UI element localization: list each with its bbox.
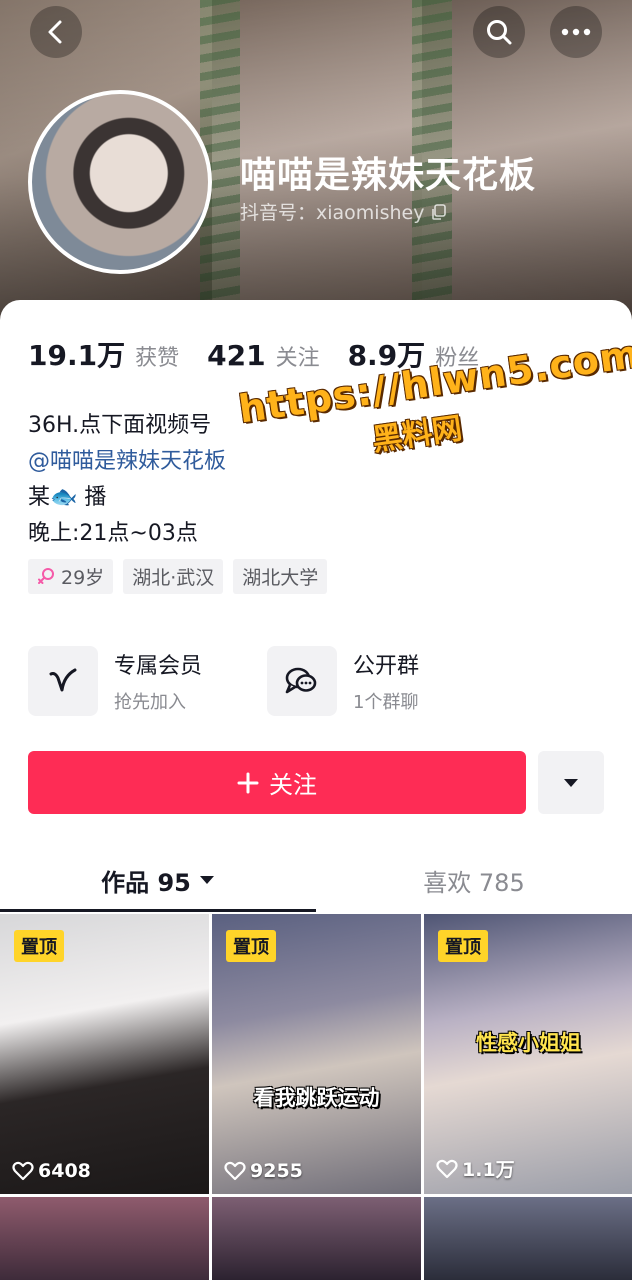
stat-value: 19.1万 xyxy=(28,339,126,372)
more-button[interactable] xyxy=(550,6,602,58)
tag-school: 湖北大学 xyxy=(233,559,328,594)
bio-line: 某🐟 播 xyxy=(28,485,107,510)
bio-line: 晚上:21点~03点 xyxy=(28,521,198,546)
douyin-id-text: 抖音号：xiaomishey xyxy=(240,202,425,224)
video-grid: 置顶 6408 置顶 看我跳跃运动 9255 置顶 性感小姐姐 1.1万 xyxy=(0,914,632,1280)
follow-button-label: 关注 xyxy=(269,772,317,799)
tab-works[interactable]: 作品 95 xyxy=(0,848,316,912)
profile-bio: 36H.点下面视频号 @喵喵是辣妹天花板 某🐟 播 晚上:21点~03点 xyxy=(28,408,226,552)
recommend-dropdown-button[interactable] xyxy=(538,751,604,814)
exclusive-membership-entry[interactable]: 专属会员 抢先加入 xyxy=(28,646,202,716)
copy-icon[interactable] xyxy=(430,203,448,221)
service-subtitle: 1个群聊 xyxy=(353,692,419,713)
v-membership-icon xyxy=(28,646,98,716)
video-thumbnail[interactable] xyxy=(0,1197,209,1280)
active-tab-indicator xyxy=(0,909,316,912)
video-likes: 9255 xyxy=(224,1160,303,1182)
douyin-id[interactable]: 抖音号：xiaomishey xyxy=(240,198,448,225)
content-tabs: 作品 95 喜欢 785 xyxy=(0,848,632,912)
video-thumbnail[interactable] xyxy=(212,1197,421,1280)
plus-icon xyxy=(237,772,259,793)
tag-location: 湖北·武汉 xyxy=(123,559,224,594)
more-dots-icon xyxy=(561,28,591,36)
video-thumbnail[interactable]: 置顶 性感小姐姐 1.1万 xyxy=(424,914,632,1194)
tab-likes[interactable]: 喜欢 785 xyxy=(316,848,632,912)
caret-down-icon xyxy=(564,778,578,787)
service-subtitle: 抢先加入 xyxy=(114,692,186,713)
video-thumbnail[interactable] xyxy=(424,1197,632,1280)
female-icon xyxy=(38,567,54,584)
chat-bubbles-icon xyxy=(267,646,337,716)
bio-line: 36H.点下面视频号 xyxy=(28,413,212,438)
pinned-badge: 置顶 xyxy=(438,930,488,962)
back-button[interactable] xyxy=(30,6,82,58)
heart-icon xyxy=(224,1161,246,1181)
public-group-entry[interactable]: 公开群 1个群聊 xyxy=(267,646,419,716)
profile-tags: 29岁 湖北·武汉 湖北大学 xyxy=(28,559,328,594)
stat-value: 421 xyxy=(207,339,266,372)
heart-icon xyxy=(436,1159,458,1178)
video-caption: 性感小姐姐 xyxy=(476,1031,581,1055)
video-thumbnail[interactable]: 置顶 看我跳跃运动 9255 xyxy=(212,914,421,1194)
avatar[interactable] xyxy=(28,90,212,274)
pinned-badge: 置顶 xyxy=(14,930,64,962)
video-thumbnail[interactable]: 置顶 6408 xyxy=(0,914,209,1194)
fish-icon: 🐟 xyxy=(50,485,78,510)
video-likes: 6408 xyxy=(12,1160,91,1182)
caret-down-icon xyxy=(199,876,214,884)
stat-label: 获赞 xyxy=(135,346,180,371)
chevron-left-icon xyxy=(48,20,62,44)
follow-button[interactable]: 关注 xyxy=(28,751,526,814)
stat-label: 关注 xyxy=(275,346,320,371)
video-caption: 看我跳跃运动 xyxy=(253,1086,380,1110)
service-title: 专属会员 xyxy=(114,654,203,679)
profile-nickname: 喵喵是辣妹天花板 xyxy=(240,155,537,196)
pinned-badge: 置顶 xyxy=(226,930,276,962)
video-likes: 1.1万 xyxy=(436,1155,515,1182)
stat-following[interactable]: 421 关注 xyxy=(207,339,319,372)
heart-icon xyxy=(12,1161,34,1181)
stat-likes[interactable]: 19.1万 获赞 xyxy=(28,334,179,374)
bio-mention-link[interactable]: @喵喵是辣妹天花板 xyxy=(28,444,226,480)
search-icon xyxy=(487,20,512,45)
service-title: 公开群 xyxy=(353,654,420,679)
tag-age: 29岁 xyxy=(28,559,114,594)
search-button[interactable] xyxy=(473,6,525,58)
